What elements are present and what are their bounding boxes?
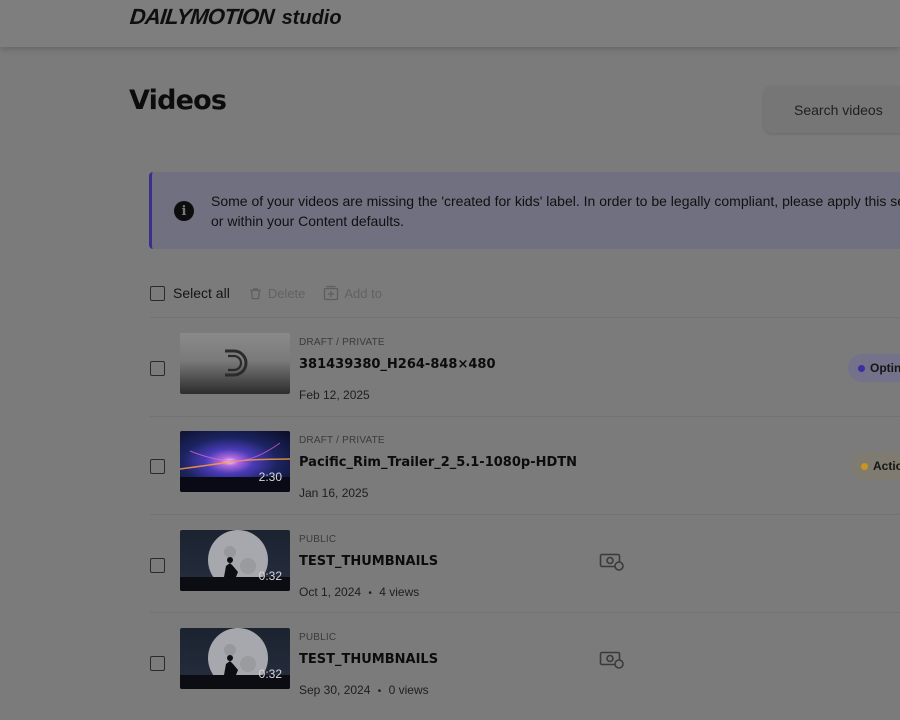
video-thumbnail[interactable]: 2:30: [180, 431, 290, 492]
video-status: DRAFT / PRIVATE: [299, 435, 385, 446]
row-checkbox[interactable]: [150, 656, 165, 671]
video-duration: 0:32: [258, 667, 282, 681]
video-date: Oct 1, 2024: [299, 585, 362, 599]
video-meta: Oct 1, 2024 • 4 views: [299, 585, 419, 599]
divider: [150, 514, 900, 515]
meta-separator: •: [368, 588, 372, 599]
logo-brand: DAILYMOTION: [128, 4, 275, 29]
dailymotion-studio-logo[interactable]: DAILYMOTION studio: [128, 4, 342, 34]
video-title[interactable]: TEST_THUMBNAILS: [299, 554, 438, 569]
monetization-icon: [599, 651, 624, 669]
delete-label: Delete: [267, 285, 306, 301]
video-date: Feb 12, 2025: [299, 388, 370, 402]
video-views: 0 views: [388, 683, 429, 697]
row-checkbox[interactable]: [150, 558, 165, 573]
video-row[interactable]: 2:30 DRAFT / PRIVATE Pacific_Rim_Trailer…: [0, 417, 900, 515]
badge-label: Actio: [873, 459, 900, 473]
divider: [150, 317, 900, 318]
dailymotion-logo-icon: [225, 349, 248, 377]
info-icon: i: [174, 201, 194, 221]
badge-label: Optin: [870, 361, 900, 375]
row-checkbox[interactable]: [150, 361, 165, 376]
video-title[interactable]: TEST_THUMBNAILS: [299, 652, 438, 667]
add-to-label: Add to: [344, 285, 382, 301]
add-to-button[interactable]: Add to: [323, 285, 382, 301]
video-status: PUBLIC: [299, 534, 337, 545]
video-thumbnail[interactable]: [180, 333, 290, 394]
video-thumbnail[interactable]: 0:32: [180, 530, 290, 591]
video-status: PUBLIC: [299, 632, 337, 643]
action-badge[interactable]: Actio: [851, 452, 900, 480]
video-row[interactable]: DRAFT / PRIVATE 381439380_H264-848×480 F…: [0, 319, 900, 417]
video-thumbnail[interactable]: 0:32: [180, 628, 290, 689]
video-title[interactable]: 381439380_H264-848×480: [299, 357, 496, 372]
search-box[interactable]: [764, 86, 900, 133]
select-all-checkbox[interactable]: [150, 285, 165, 301]
badge-dot: [861, 462, 868, 470]
video-meta: Sep 30, 2024 • 0 views: [299, 683, 429, 697]
select-all-label[interactable]: Select all: [173, 285, 230, 301]
video-date: Jan 16, 2025: [299, 486, 369, 500]
search-input[interactable]: [764, 86, 900, 133]
video-date: Sep 30, 2024: [299, 683, 371, 697]
row-checkbox[interactable]: [150, 459, 165, 474]
add-to-playlist-icon: [324, 285, 339, 301]
video-title[interactable]: Pacific_Rim_Trailer_2_5.1-1080p-HDTN: [299, 455, 577, 470]
meta-separator: •: [377, 686, 382, 697]
optimize-badge[interactable]: Optin: [848, 354, 900, 382]
banner-text: Some of your videos are missing the 'cre…: [211, 191, 900, 231]
video-row[interactable]: 0:32 PUBLIC TEST_THUMBNAILS Oct 1, 2024 …: [0, 516, 900, 614]
video-views: 4 views: [379, 585, 420, 599]
badge-dot: [858, 364, 865, 372]
app-header: DAILYMOTION studio: [0, 0, 900, 47]
video-row[interactable]: 0:32 PUBLIC TEST_THUMBNAILS Sep 30, 2024…: [0, 614, 900, 712]
banner-text-line2: or within your Content defaults.: [211, 213, 404, 229]
logo-product: studio: [281, 7, 342, 29]
delete-button[interactable]: Delete: [248, 285, 306, 301]
video-duration: 2:30: [258, 470, 282, 484]
kids-label-banner: i Some of your videos are missing the 'c…: [149, 172, 900, 249]
video-status: DRAFT / PRIVATE: [299, 337, 385, 348]
divider: [150, 612, 900, 613]
video-duration: 0:32: [258, 569, 282, 583]
banner-text-line1: Some of your videos are missing the 'cre…: [211, 193, 900, 209]
bulk-actions-toolbar: Select all Delete Add to: [150, 283, 382, 303]
trash-icon: [250, 287, 261, 299]
page-title: Videos: [129, 85, 227, 116]
monetization-icon: [599, 553, 624, 571]
